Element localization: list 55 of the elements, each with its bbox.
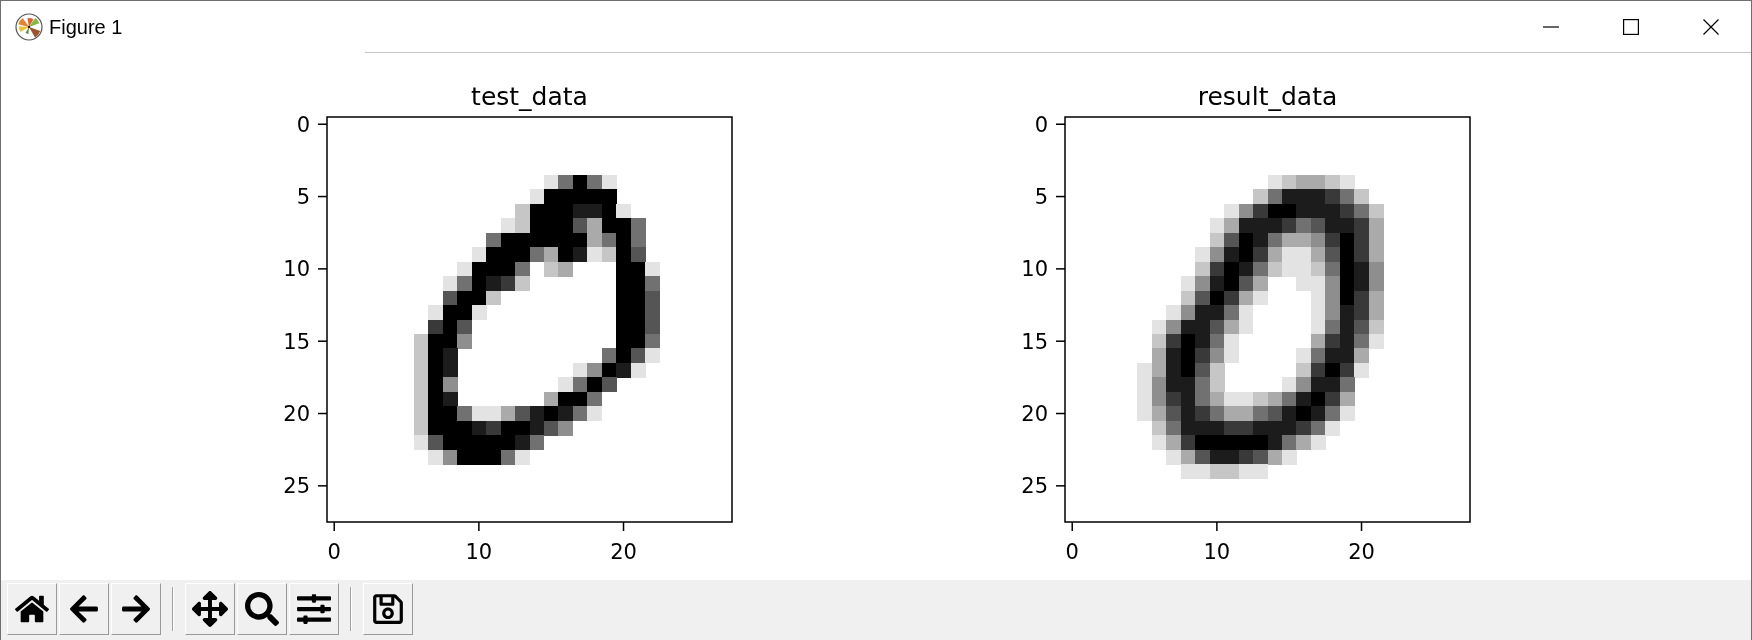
configure-button[interactable] xyxy=(289,583,339,635)
arrow-left-icon xyxy=(68,593,100,625)
tick-label: 15 xyxy=(1021,329,1048,354)
tick-label: 25 xyxy=(1021,474,1048,499)
tick-label: 20 xyxy=(283,402,310,426)
tick-mark xyxy=(333,521,335,532)
arrow-right-icon xyxy=(120,593,152,625)
tick-label: 10 xyxy=(465,540,493,564)
tick-label: 20 xyxy=(1348,540,1375,564)
four-way-arrow-icon xyxy=(192,591,228,627)
tick-label: 0 xyxy=(1034,112,1048,137)
tick-mark xyxy=(622,521,625,532)
plot-title: test_data xyxy=(471,82,588,111)
tick-mark xyxy=(317,195,328,198)
tick-mark xyxy=(317,340,328,342)
close-icon xyxy=(1703,18,1719,35)
tick-mark xyxy=(1360,521,1363,532)
tick-label: 0 xyxy=(296,112,310,137)
tick-label: 0 xyxy=(1065,540,1079,564)
tick-label: 5 xyxy=(296,185,310,210)
tick-mark xyxy=(1055,268,1066,270)
tick-mark xyxy=(317,123,328,125)
tick-label: 10 xyxy=(283,257,310,282)
tick-mark xyxy=(1216,521,1218,532)
minimize-icon xyxy=(1543,25,1559,28)
tick-mark xyxy=(1055,485,1066,487)
maximize-icon xyxy=(1623,18,1639,35)
tick-label: 10 xyxy=(1021,257,1048,282)
window-title: Figure 1 xyxy=(49,14,123,40)
tick-label: 25 xyxy=(283,474,310,499)
tick-mark xyxy=(317,412,328,415)
tick-mark xyxy=(1055,340,1066,342)
tick-mark xyxy=(317,485,328,487)
magnifier-icon xyxy=(245,592,279,626)
tick-label: 10 xyxy=(1203,540,1231,564)
forward-button[interactable] xyxy=(111,583,161,635)
pan-button[interactable] xyxy=(185,583,235,635)
tick-mark xyxy=(478,521,480,532)
app-logo-icon xyxy=(15,12,43,41)
tick-mark xyxy=(1055,412,1066,415)
tick-mark xyxy=(1055,195,1066,198)
tick-label: 0 xyxy=(327,540,341,564)
tick-label: 15 xyxy=(283,329,310,354)
plot-title: result_data xyxy=(1197,82,1338,111)
tick-mark xyxy=(1071,521,1073,532)
tick-label: 5 xyxy=(1034,185,1048,210)
tick-label: 20 xyxy=(610,540,637,564)
home-button[interactable] xyxy=(7,583,57,635)
tick-label: 20 xyxy=(1021,402,1048,426)
back-button[interactable] xyxy=(59,583,109,635)
zoom-button[interactable] xyxy=(237,583,287,635)
tick-mark xyxy=(317,268,328,270)
sliders-icon xyxy=(297,592,331,626)
save-button[interactable] xyxy=(363,583,413,635)
tick-mark xyxy=(1055,123,1066,125)
